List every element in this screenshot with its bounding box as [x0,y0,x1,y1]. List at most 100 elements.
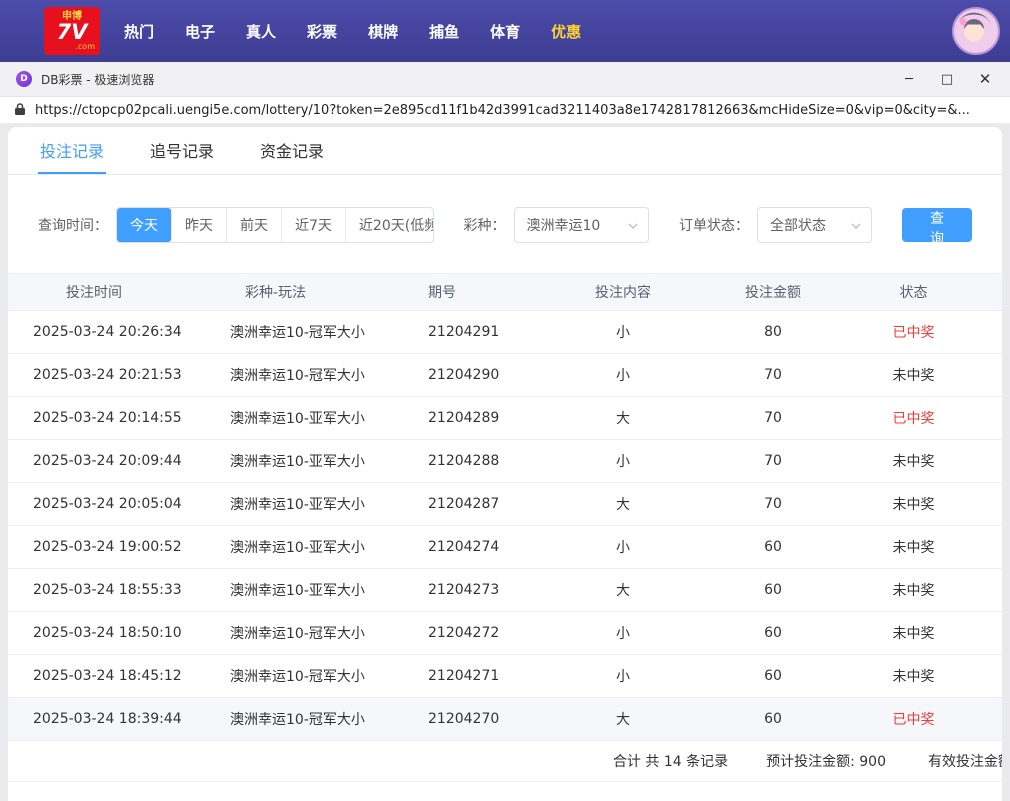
lock-icon [14,101,26,120]
site-logo[interactable]: 申博 7V .com [44,7,100,55]
bet-table-body: 2025-03-24 20:26:34 澳洲幸运10-冠军大小 21204291… [8,310,1002,741]
cell-issue-number: 21204274 [398,525,548,569]
cell-issue-number: 21204291 [398,310,548,354]
table-row: 2025-03-24 20:05:04 澳洲幸运10-亚军大小 21204287… [8,482,1002,526]
nav-item[interactable]: 捕鱼 [429,11,459,52]
time-filter-label: 查询时间： [38,218,108,234]
cell-bet-time: 2025-03-24 18:55:33 [8,568,208,612]
summary-total: 合计 共 14 条记录 [612,754,729,770]
search-button[interactable]: 查询 [902,208,972,247]
top-navbar: 申博 7V .com 热门 电子 真人 彩票 棋牌 捕鱼 体育 优惠 [0,0,1010,62]
cell-status: 未中奖 [848,611,1002,655]
cell-bet-amount: 70 [698,396,848,440]
cell-game-type: 澳洲幸运10-冠军大小 [208,611,398,655]
cell-bet-content: 大 [548,697,698,741]
cell-bet-content: 小 [548,439,698,483]
lottery-select[interactable]: 澳洲幸运10 [513,207,649,243]
time-option[interactable]: 近7天 [281,208,345,242]
cell-issue-number: 21204272 [398,611,548,655]
window-controls: ─ □ ✕ [890,65,1004,93]
cell-bet-amount: 70 [698,353,848,397]
summary-expected-amount: 预计投注金额: 900 [766,754,886,770]
header-status: 状态 [848,273,1002,311]
app-icon: D [16,71,32,87]
cell-status: 未中奖 [848,482,1002,526]
window-title: DB彩票 - 极速浏览器 [41,72,155,87]
cell-issue-number: 21204271 [398,654,548,698]
lottery-filter-label: 彩种： [463,218,506,234]
filter-bar: 查询时间： 今天昨天前天近7天近20天(低频) 彩种： 澳洲幸运10 订单状态：… [8,175,1002,273]
cell-issue-number: 21204270 [398,697,548,741]
cell-game-type: 澳洲幸运10-亚军大小 [208,396,398,440]
cell-status: 未中奖 [848,525,1002,569]
table-row: 2025-03-24 19:00:52 澳洲幸运10-亚军大小 21204274… [8,525,1002,569]
url-text[interactable]: https://ctopcp02pcali.uengi5e.com/lotter… [35,103,970,118]
nav-item[interactable]: 热门 [124,11,154,52]
bet-records-table: 投注时间 彩种-玩法 期号 投注内容 投注金额 状态 2025-03-24 20… [8,273,1002,741]
table-row: 2025-03-24 18:50:10 澳洲幸运10-冠军大小 21204272… [8,611,1002,655]
cell-status: 未中奖 [848,568,1002,612]
cell-status: 未中奖 [848,439,1002,483]
table-row: 2025-03-24 18:55:33 澳洲幸运10-亚军大小 21204273… [8,568,1002,612]
cell-issue-number: 21204273 [398,568,548,612]
cell-game-type: 澳洲幸运10-亚军大小 [208,568,398,612]
cell-bet-content: 小 [548,353,698,397]
record-tabs: 投注记录 追号记录 资金记录 [8,127,1002,175]
time-option[interactable]: 昨天 [171,208,226,242]
nav-item[interactable]: 棋牌 [368,11,398,52]
tab[interactable]: 资金记录 [258,127,326,174]
header-bet-amount: 投注金额 [698,273,848,311]
order-status-value: 全部状态 [769,218,826,234]
time-option[interactable]: 前天 [226,208,281,242]
cell-bet-time: 2025-03-24 20:26:34 [8,310,208,354]
page-background: 投注记录追号记录资金记录 查询时间： 今天昨天前天近7天近20天(低频) 彩种：… [0,124,1010,801]
cell-bet-time: 2025-03-24 18:39:44 [8,697,208,741]
cell-bet-time: 2025-03-24 18:50:10 [8,611,208,655]
nav-item[interactable]: 电子 [185,11,215,52]
cell-issue-number: 21204289 [398,396,548,440]
cell-game-type: 澳洲幸运10-冠军大小 [208,310,398,354]
logo-text-bottom: .com [75,41,95,51]
cell-bet-amount: 60 [698,654,848,698]
cell-game-type: 澳洲幸运10-冠军大小 [208,353,398,397]
logo-text-main: 7V [56,19,88,44]
cell-status: 未中奖 [848,654,1002,698]
minimize-icon[interactable]: ─ [890,65,928,93]
cell-status: 已中奖 [848,396,1002,440]
cell-game-type: 澳洲幸运10-亚军大小 [208,525,398,569]
tab[interactable]: 追号记录 [148,127,216,174]
cell-bet-time: 2025-03-24 18:45:12 [8,654,208,698]
time-range-group: 今天昨天前天近7天近20天(低频) [116,207,434,243]
tab[interactable]: 投注记录 [38,127,107,174]
cell-game-type: 澳洲幸运10-冠军大小 [208,654,398,698]
header-issue-number: 期号 [398,273,548,311]
nav-item[interactable]: 体育 [490,11,520,52]
bet-table-header: 投注时间 彩种-玩法 期号 投注内容 投注金额 状态 [8,273,1002,311]
nav-item[interactable]: 彩票 [307,11,337,52]
cell-bet-content: 小 [548,654,698,698]
time-option[interactable]: 今天 [117,208,171,242]
table-row: 2025-03-24 20:14:55 澳洲幸运10-亚军大小 21204289… [8,396,1002,440]
cell-bet-content: 大 [548,482,698,526]
cell-bet-time: 2025-03-24 20:14:55 [8,396,208,440]
cell-issue-number: 21204290 [398,353,548,397]
cell-bet-amount: 80 [698,310,848,354]
header-bet-content: 投注内容 [548,273,698,311]
cell-bet-amount: 70 [698,482,848,526]
time-option[interactable]: 近20天(低频) [344,208,433,242]
table-row: 2025-03-24 20:26:34 澳洲幸运10-冠军大小 21204291… [8,310,1002,354]
table-row: 2025-03-24 20:21:53 澳洲幸运10-冠军大小 21204290… [8,353,1002,397]
address-bar[interactable]: https://ctopcp02pcali.uengi5e.com/lotter… [0,97,1010,124]
user-avatar[interactable] [952,7,1000,55]
summary-row: 合计 共 14 条记录 预计投注金额: 900 有效投注金额: [8,741,1002,782]
cell-issue-number: 21204287 [398,482,548,526]
cell-bet-time: 2025-03-24 19:00:52 [8,525,208,569]
maximize-icon[interactable]: □ [928,65,966,93]
order-status-select[interactable]: 全部状态 [756,207,872,243]
close-icon[interactable]: ✕ [966,65,1004,93]
cell-bet-amount: 60 [698,697,848,741]
nav-item[interactable]: 真人 [246,11,276,52]
cell-game-type: 澳洲幸运10-亚军大小 [208,439,398,483]
cell-bet-time: 2025-03-24 20:09:44 [8,439,208,483]
nav-item[interactable]: 优惠 [551,11,581,52]
